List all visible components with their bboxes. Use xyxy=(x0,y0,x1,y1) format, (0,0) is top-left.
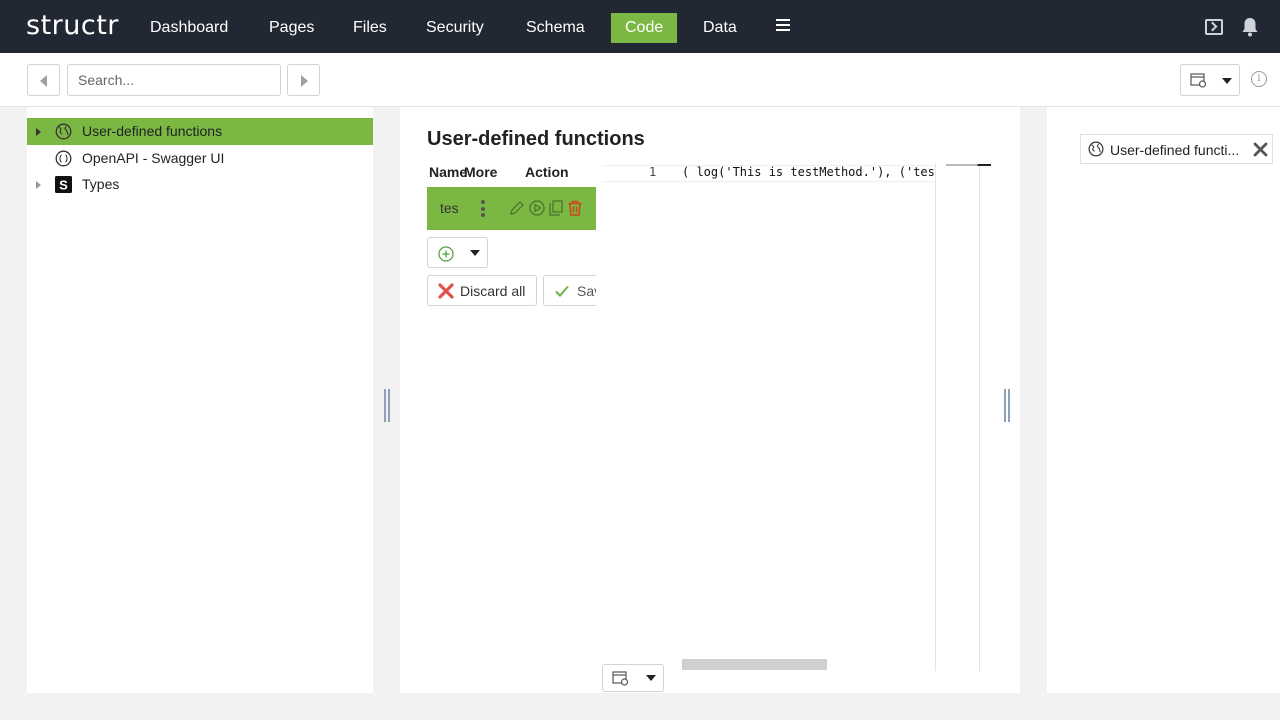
column-header-action: Action xyxy=(525,164,569,180)
left-resize-handle[interactable] xyxy=(384,389,390,422)
tree-item-user-defined-functions[interactable]: User-defined functions xyxy=(27,118,373,145)
clone-icon[interactable] xyxy=(547,199,565,217)
nav-files[interactable]: Files xyxy=(339,13,401,43)
top-navbar: structr Dashboard Pages Files Security S… xyxy=(0,0,1280,53)
line-number: 1 xyxy=(649,165,657,179)
column-header-name: Name xyxy=(429,164,468,180)
minimap-line xyxy=(946,164,991,166)
terminal-icon[interactable] xyxy=(1205,19,1223,35)
delete-icon[interactable] xyxy=(566,199,584,217)
nav-code[interactable]: Code xyxy=(611,13,678,43)
edit-pencil-icon[interactable] xyxy=(508,199,526,217)
discard-all-label: Discard all xyxy=(460,283,526,299)
chevron-down-icon xyxy=(646,675,656,681)
nav-schema[interactable]: Schema xyxy=(512,13,599,43)
nav-data[interactable]: Data xyxy=(689,13,751,43)
arrow-left-icon xyxy=(40,75,47,87)
bell-icon[interactable] xyxy=(1241,17,1259,37)
arrow-right-icon xyxy=(301,75,308,87)
forward-button[interactable] xyxy=(287,64,320,96)
more-options-icon[interactable] xyxy=(481,200,485,217)
close-red-icon xyxy=(438,283,454,299)
check-icon xyxy=(555,285,569,297)
editor-settings-icon xyxy=(612,671,629,686)
method-row[interactable]: tes xyxy=(427,187,596,230)
toolbar: i xyxy=(0,53,1280,107)
tab-user-defined-functions[interactable]: User-defined functi... xyxy=(1080,134,1273,164)
tree-item-openapi[interactable]: OpenAPI - Swagger UI xyxy=(27,145,373,172)
open-tabs-panel: User-defined functi... xyxy=(1047,107,1280,693)
tree-item-label: Types xyxy=(82,176,120,192)
methods-panel: User-defined functions Name More Action … xyxy=(400,107,1020,693)
tree-item-label: User-defined functions xyxy=(82,123,223,139)
svg-text:S: S xyxy=(59,178,68,193)
tree-item-label: OpenAPI - Swagger UI xyxy=(82,150,225,166)
chevron-down-icon xyxy=(1222,78,1232,84)
structr-s-icon: S xyxy=(55,176,72,193)
close-icon[interactable] xyxy=(1253,142,1268,157)
menu-icon[interactable] xyxy=(776,19,790,33)
globe-icon xyxy=(55,123,72,140)
structr-logo[interactable]: structr xyxy=(26,10,119,41)
tree-item-types[interactable]: S Types xyxy=(27,171,373,198)
right-resize-handle[interactable] xyxy=(1004,389,1010,422)
tab-label: User-defined functi... xyxy=(1110,142,1240,158)
chevron-down-icon xyxy=(470,250,480,256)
openapi-icon xyxy=(55,150,72,167)
back-button[interactable] xyxy=(27,64,60,96)
code-line[interactable]: ( log('This is testMethod.'), ('test xyxy=(682,165,934,179)
add-method-button[interactable] xyxy=(427,237,488,268)
expand-icon[interactable] xyxy=(36,181,41,189)
info-icon[interactable]: i xyxy=(1251,71,1267,87)
horizontal-scrollbar[interactable] xyxy=(682,659,827,670)
run-icon[interactable] xyxy=(528,199,546,217)
code-editor[interactable]: 1 ( log('This is testMethod.'), ('test xyxy=(602,163,994,671)
method-name[interactable]: tes xyxy=(440,200,459,216)
nav-dashboard[interactable]: Dashboard xyxy=(136,13,242,43)
nav-pages[interactable]: Pages xyxy=(255,13,328,43)
window-settings-icon xyxy=(1190,73,1207,88)
save-all-button[interactable]: Save xyxy=(543,275,596,306)
view-settings-button[interactable] xyxy=(1180,64,1240,96)
save-all-label: Save xyxy=(577,283,596,299)
nav-security[interactable]: Security xyxy=(412,13,498,43)
discard-all-button[interactable]: Discard all xyxy=(427,275,537,306)
column-header-more: More xyxy=(464,164,498,180)
page-title: User-defined functions xyxy=(427,128,645,150)
search-input[interactable] xyxy=(67,64,281,96)
editor-settings-button[interactable] xyxy=(602,664,664,692)
expand-icon[interactable] xyxy=(36,128,41,136)
add-circle-icon xyxy=(438,246,454,262)
globe-icon xyxy=(1088,141,1104,157)
code-tree-panel: User-defined functions OpenAPI - Swagger… xyxy=(27,107,373,693)
editor-minimap[interactable] xyxy=(935,163,991,671)
